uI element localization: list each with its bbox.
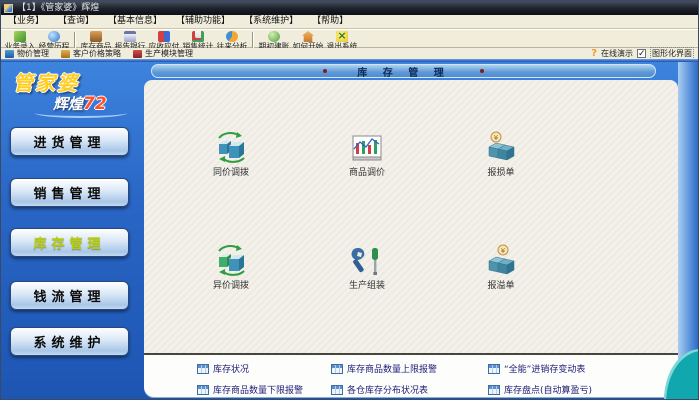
customer-price-label: 客户价格策略 <box>73 48 121 59</box>
overflow-report-icon: ¥ <box>459 244 543 276</box>
help-question-icon[interactable]: ? <box>591 49 597 59</box>
link-inventory-status[interactable]: 库存状况 <box>197 362 249 375</box>
launcher-label: 报损单 <box>459 165 543 178</box>
price-manage-icon <box>5 50 14 58</box>
customer-price-icon <box>61 50 70 58</box>
toolbar-separator <box>252 32 254 48</box>
toolbar2-right-cluster: ? 在线演示 ✓ 图形化界面 <box>591 48 694 59</box>
main-toolbar: 业务录入 经营历程 库存商品 报告银行 应收应付 销售统计 往来分析 <box>1 29 699 48</box>
app-icon <box>4 4 13 13</box>
analysis-icon <box>226 31 238 42</box>
graphic-ui-checkbox[interactable]: ✓ <box>637 49 646 58</box>
price-manage-button[interactable]: 物价管理 <box>5 48 49 59</box>
how-to-start-icon <box>302 31 314 42</box>
menu-item-basic-info[interactable]: 【基本信息】 <box>101 15 169 28</box>
launcher-same-price-transfer[interactable]: 同价调拨 <box>189 131 273 178</box>
menu-item-system-maintain[interactable]: 【系统维护】 <box>237 15 305 28</box>
init-account-icon <box>268 31 280 42</box>
launcher-loss-report[interactable]: ¥ 报损单 <box>459 131 543 178</box>
production-module-button[interactable]: 生产模块管理 <box>133 48 193 59</box>
link-stock-lower-limit-alarm[interactable]: 库存商品数量下限报警 <box>197 383 303 396</box>
production-assembly-icon <box>325 244 409 276</box>
menu-item-query[interactable]: 【查询】 <box>51 15 101 28</box>
toolbar-separator <box>74 32 76 48</box>
exit-system-icon <box>336 31 348 42</box>
sidebar-item-system[interactable]: 系统维护 <box>10 327 129 356</box>
link-label: “全能”进销存变动表 <box>504 362 585 375</box>
title-bar[interactable]: 【1】《管家婆》辉煌 <box>1 1 699 15</box>
table-grid-icon <box>331 364 343 374</box>
same-price-transfer-icon <box>189 131 273 163</box>
title-bullet-icon <box>323 69 327 73</box>
production-module-label: 生产模块管理 <box>145 48 193 59</box>
goods-price-adjust-icon <box>325 131 409 163</box>
link-label: 库存商品数量上限报警 <box>347 362 437 375</box>
sales-stats-icon <box>192 31 204 42</box>
link-warehouse-distribution-report[interactable]: 各仓库存分布状况表 <box>331 383 428 396</box>
link-label: 各仓库存分布状况表 <box>347 383 428 396</box>
production-module-icon <box>133 50 142 58</box>
sidebar-item-sales[interactable]: 销售管理 <box>10 178 129 207</box>
link-label: 库存状况 <box>213 362 249 375</box>
loss-report-icon: ¥ <box>459 131 543 163</box>
launcher-goods-price-adjust[interactable]: 商品调价 <box>325 131 409 178</box>
menu-item-business[interactable]: 【业务】 <box>1 15 51 28</box>
launcher-label: 同价调拨 <box>189 165 273 178</box>
customer-price-button[interactable]: 客户价格策略 <box>61 48 121 59</box>
stock-goods-icon <box>90 31 102 42</box>
table-grid-icon <box>488 385 500 395</box>
table-grid-icon <box>488 364 500 374</box>
sidebar-item-purchase[interactable]: 进货管理 <box>10 127 129 156</box>
launcher-label: 商品调价 <box>325 165 409 178</box>
launcher-overflow-report[interactable]: ¥ 报溢单 <box>459 244 543 291</box>
launcher-production-assembly[interactable]: 生产组装 <box>325 244 409 291</box>
svg-text:¥: ¥ <box>494 134 499 142</box>
business-history-icon <box>48 31 60 42</box>
payables-icon <box>158 31 170 42</box>
link-label: 库存商品数量下限报警 <box>213 383 303 396</box>
section-header: 库 存 管 理 <box>151 64 656 78</box>
app-window: 【1】《管家婆》辉煌 【业务】 【查询】 【基本信息】 【辅助功能】 【系统维护… <box>0 0 699 400</box>
link-label: 库存盘点(自动算盈亏) <box>504 383 592 396</box>
launcher-diff-price-transfer[interactable]: 异价调拨 <box>189 244 273 291</box>
sidebar-item-cashflow[interactable]: 钱流管理 <box>10 281 129 310</box>
diff-price-transfer-icon <box>189 244 273 276</box>
menu-item-aux-functions[interactable]: 【辅助功能】 <box>169 15 237 28</box>
bank-report-icon <box>124 31 136 42</box>
page-title: 库 存 管 理 <box>357 64 449 79</box>
launcher-label: 生产组装 <box>325 278 409 291</box>
menu-item-help[interactable]: 【帮助】 <box>305 15 355 28</box>
table-grid-icon <box>197 364 209 374</box>
launcher-label: 报溢单 <box>459 278 543 291</box>
table-grid-icon <box>197 385 209 395</box>
title-bullet-icon <box>480 69 484 73</box>
price-manage-label: 物价管理 <box>17 48 49 59</box>
link-stock-check[interactable]: 库存盘点(自动算盈亏) <box>488 383 592 396</box>
content-area <box>144 80 678 353</box>
sidebar-item-inventory[interactable]: 库存管理 <box>10 228 129 257</box>
business-entry-icon <box>14 31 26 42</box>
launcher-label: 异价调拨 <box>189 278 273 291</box>
secondary-toolbar: 物价管理 客户价格策略 生产模块管理 ? 在线演示 ✓ 图形化界面 <box>1 48 699 59</box>
link-allinone-flow-report[interactable]: “全能”进销存变动表 <box>488 362 585 375</box>
table-grid-icon <box>331 385 343 395</box>
menu-bar: 【业务】 【查询】 【基本信息】 【辅助功能】 【系统维护】 【帮助】 <box>1 15 699 29</box>
svg-text:¥: ¥ <box>501 247 506 255</box>
brand-logo: 管家婆 <box>13 67 79 96</box>
link-stock-upper-limit-alarm[interactable]: 库存商品数量上限报警 <box>331 362 437 375</box>
online-demo-link[interactable]: 在线演示 <box>601 48 633 59</box>
window-title: 【1】《管家婆》辉煌 <box>17 1 99 15</box>
